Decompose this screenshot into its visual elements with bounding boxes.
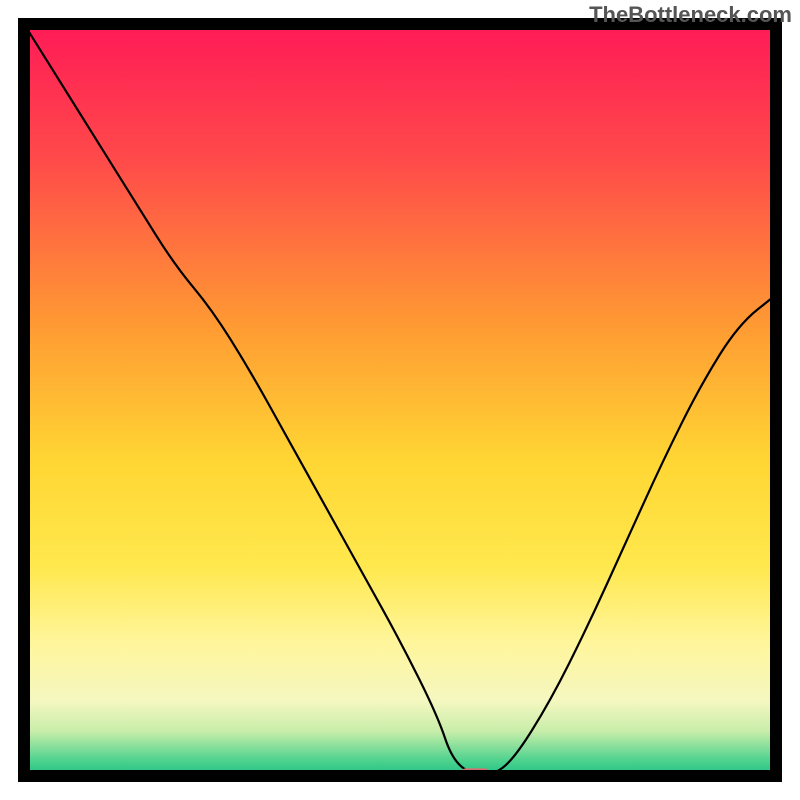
plot-area xyxy=(24,24,776,780)
chart-svg xyxy=(0,0,800,800)
watermark-text: TheBottleneck.com xyxy=(589,2,792,28)
bottleneck-chart: TheBottleneck.com xyxy=(0,0,800,800)
gradient-background xyxy=(24,24,776,776)
